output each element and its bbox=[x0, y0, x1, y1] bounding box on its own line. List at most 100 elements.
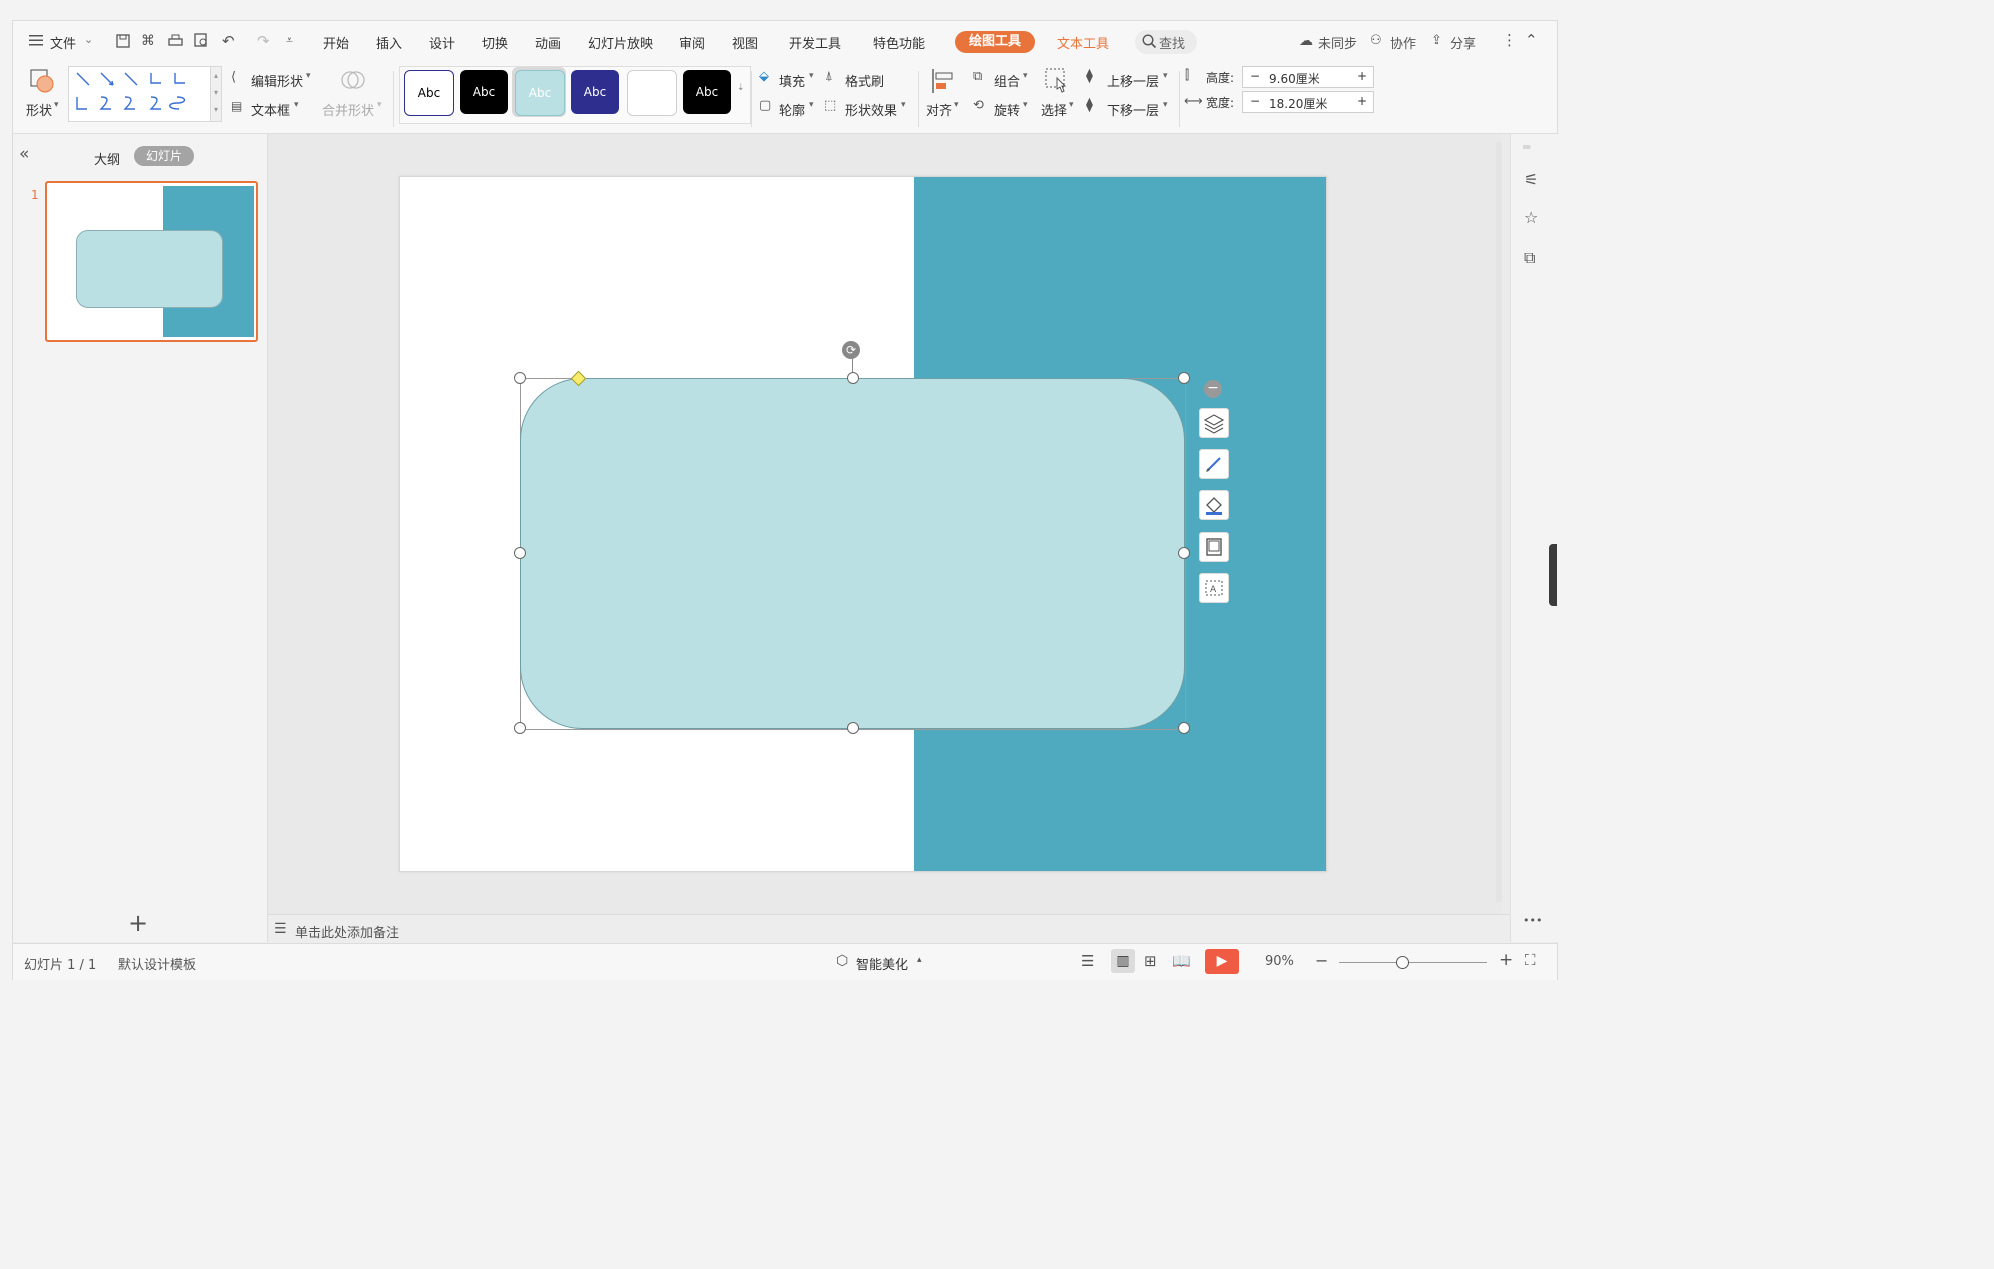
send-backward-button[interactable]: 下移一层 bbox=[1107, 100, 1159, 119]
collapse-panel-icon[interactable]: « bbox=[19, 144, 29, 164]
tab-view[interactable]: 视图 bbox=[732, 33, 758, 52]
notes-toggle-icon[interactable]: ☰ bbox=[1081, 952, 1094, 970]
shape-icon[interactable] bbox=[29, 68, 57, 94]
smart-beautify-button[interactable]: 智能美化 bbox=[856, 954, 908, 973]
gallery-scroll[interactable]: ▴ ▾ ▾ bbox=[210, 66, 222, 122]
layers-button[interactable] bbox=[1199, 408, 1229, 438]
collapse-toolbar-icon[interactable]: − bbox=[1204, 380, 1222, 398]
text-frame-button[interactable]: A bbox=[1199, 573, 1229, 603]
style-outline-navy[interactable]: Abc bbox=[404, 70, 454, 116]
edit-shape-button[interactable]: 编辑形状 bbox=[251, 71, 303, 90]
template-name[interactable]: 默认设计模板 bbox=[118, 954, 196, 973]
style-dark-blue[interactable]: Abc bbox=[571, 70, 619, 114]
tab-animation[interactable]: 动画 bbox=[535, 33, 561, 52]
tab-developer[interactable]: 开发工具 bbox=[789, 33, 841, 52]
save-icon[interactable] bbox=[116, 34, 130, 48]
bring-forward-button[interactable]: 上移一层 bbox=[1107, 71, 1159, 90]
tab-insert[interactable]: 插入 bbox=[376, 33, 402, 52]
resize-handle-top-left[interactable] bbox=[514, 372, 526, 384]
zoom-in-button[interactable]: + bbox=[1499, 950, 1513, 970]
resize-handle-bottom-right[interactable] bbox=[1178, 722, 1190, 734]
file-menu[interactable]: 文件 bbox=[50, 33, 76, 52]
outline-style-button[interactable] bbox=[1199, 449, 1229, 479]
style-white[interactable] bbox=[627, 70, 677, 116]
align-button[interactable]: 对齐 bbox=[926, 100, 952, 119]
shape-effect-button[interactable]: 形状效果 bbox=[845, 100, 897, 119]
tab-review[interactable]: 审阅 bbox=[679, 33, 705, 52]
width-increment[interactable]: + bbox=[1357, 94, 1367, 108]
zoom-out-button[interactable]: − bbox=[1315, 951, 1328, 970]
slide-thumbnail[interactable] bbox=[45, 181, 258, 342]
select-button[interactable]: 选择 bbox=[1041, 100, 1067, 119]
more-options-icon[interactable]: ••• bbox=[1523, 914, 1542, 927]
vertical-scrollbar[interactable] bbox=[1496, 142, 1502, 902]
height-field[interactable]: 9.60厘米 bbox=[1269, 70, 1320, 87]
redo-icon[interactable]: ↷ bbox=[257, 32, 270, 50]
height-stepper[interactable]: − 9.60厘米 + bbox=[1242, 66, 1374, 88]
more-icon[interactable]: ⋮ bbox=[1502, 31, 1517, 49]
side-scroll-tab[interactable] bbox=[1549, 544, 1557, 606]
star-icon[interactable]: ☆ bbox=[1524, 208, 1538, 227]
tab-drawing-tools[interactable]: 绘图工具 bbox=[955, 31, 1035, 53]
tab-slideshow[interactable]: 幻灯片放映 bbox=[588, 33, 653, 52]
tab-special[interactable]: 特色功能 bbox=[873, 33, 925, 52]
width-stepper[interactable]: − 18.20厘米 + bbox=[1242, 91, 1374, 113]
notes-placeholder[interactable]: 单击此处添加备注 bbox=[295, 922, 399, 941]
tab-design[interactable]: 设计 bbox=[429, 33, 455, 52]
tab-start[interactable]: 开始 bbox=[323, 33, 349, 52]
slide[interactable]: ⟳ − A bbox=[399, 176, 1327, 872]
fill-button[interactable]: 填充 bbox=[779, 71, 805, 90]
menu-icon[interactable] bbox=[29, 34, 43, 46]
collab-button[interactable]: 协作 bbox=[1390, 33, 1416, 52]
notes-bar[interactable]: ☰ 单击此处添加备注 bbox=[268, 914, 1510, 943]
shape-frame-button[interactable] bbox=[1199, 532, 1229, 562]
sorter-view-icon[interactable]: ⊞ bbox=[1144, 952, 1157, 970]
animation-pane-icon[interactable]: ⧉ bbox=[1524, 248, 1535, 268]
outline-button[interactable]: 轮廓 bbox=[779, 100, 805, 119]
sync-status[interactable]: 未同步 bbox=[1318, 33, 1357, 52]
style-gallery-expand[interactable]: ⇣ bbox=[737, 83, 745, 93]
collapse-ribbon-icon[interactable]: ⌃ bbox=[1525, 31, 1538, 49]
resize-handle-top-right[interactable] bbox=[1178, 372, 1190, 384]
zoom-level[interactable]: 90% bbox=[1265, 954, 1294, 969]
resize-handle-bottom[interactable] bbox=[847, 722, 859, 734]
tab-text-tools[interactable]: 文本工具 bbox=[1057, 33, 1109, 52]
resize-handle-bottom-left[interactable] bbox=[514, 722, 526, 734]
shape-button[interactable]: 形状 bbox=[26, 100, 52, 119]
group-button[interactable]: 组合 bbox=[994, 71, 1020, 90]
style-light-teal[interactable]: Abc bbox=[515, 70, 565, 116]
rotate-handle[interactable]: ⟳ bbox=[842, 341, 860, 359]
text-box-button[interactable]: 文本框 bbox=[251, 100, 290, 119]
print-icon[interactable] bbox=[168, 34, 183, 48]
format-icon[interactable]: ⌘ bbox=[141, 33, 155, 49]
merge-shape-button[interactable]: 合并形状 bbox=[322, 100, 374, 119]
tab-outline[interactable]: 大纲 bbox=[94, 149, 120, 168]
play-slideshow-button[interactable]: ▶ bbox=[1205, 949, 1239, 974]
rotate-button[interactable]: 旋转 bbox=[994, 100, 1020, 119]
zoom-slider[interactable] bbox=[1339, 962, 1487, 963]
height-decrement[interactable]: − bbox=[1250, 69, 1260, 83]
undo-icon[interactable]: ↶ bbox=[222, 32, 235, 50]
resize-handle-left[interactable] bbox=[514, 547, 526, 559]
rounded-rectangle-shape[interactable] bbox=[520, 378, 1185, 729]
share-button[interactable]: 分享 bbox=[1450, 33, 1476, 52]
customize-icon[interactable]: ⩡ bbox=[286, 33, 293, 48]
fill-style-button[interactable] bbox=[1199, 490, 1229, 520]
normal-view-icon[interactable]: ▥ bbox=[1111, 949, 1135, 973]
reading-view-icon[interactable]: 📖 bbox=[1172, 952, 1191, 970]
tab-transition[interactable]: 切换 bbox=[482, 33, 508, 52]
width-field[interactable]: 18.20厘米 bbox=[1269, 95, 1327, 112]
format-painter-button[interactable]: 格式刷 bbox=[845, 71, 884, 90]
settings-sliders-icon[interactable]: ⚟ bbox=[1524, 170, 1538, 189]
style-black-2[interactable]: Abc bbox=[683, 70, 731, 114]
add-slide-button[interactable]: + bbox=[128, 909, 148, 937]
height-increment[interactable]: + bbox=[1357, 69, 1367, 83]
tab-slides[interactable]: 幻灯片 bbox=[134, 146, 194, 166]
style-black[interactable]: Abc bbox=[460, 70, 508, 114]
width-decrement[interactable]: − bbox=[1250, 94, 1260, 108]
preview-icon[interactable] bbox=[194, 33, 209, 48]
resize-handle-right[interactable] bbox=[1178, 547, 1190, 559]
zoom-slider-thumb[interactable] bbox=[1396, 956, 1409, 969]
fit-window-icon[interactable]: ⛶ bbox=[1525, 951, 1536, 969]
resize-handle-top[interactable] bbox=[847, 372, 859, 384]
